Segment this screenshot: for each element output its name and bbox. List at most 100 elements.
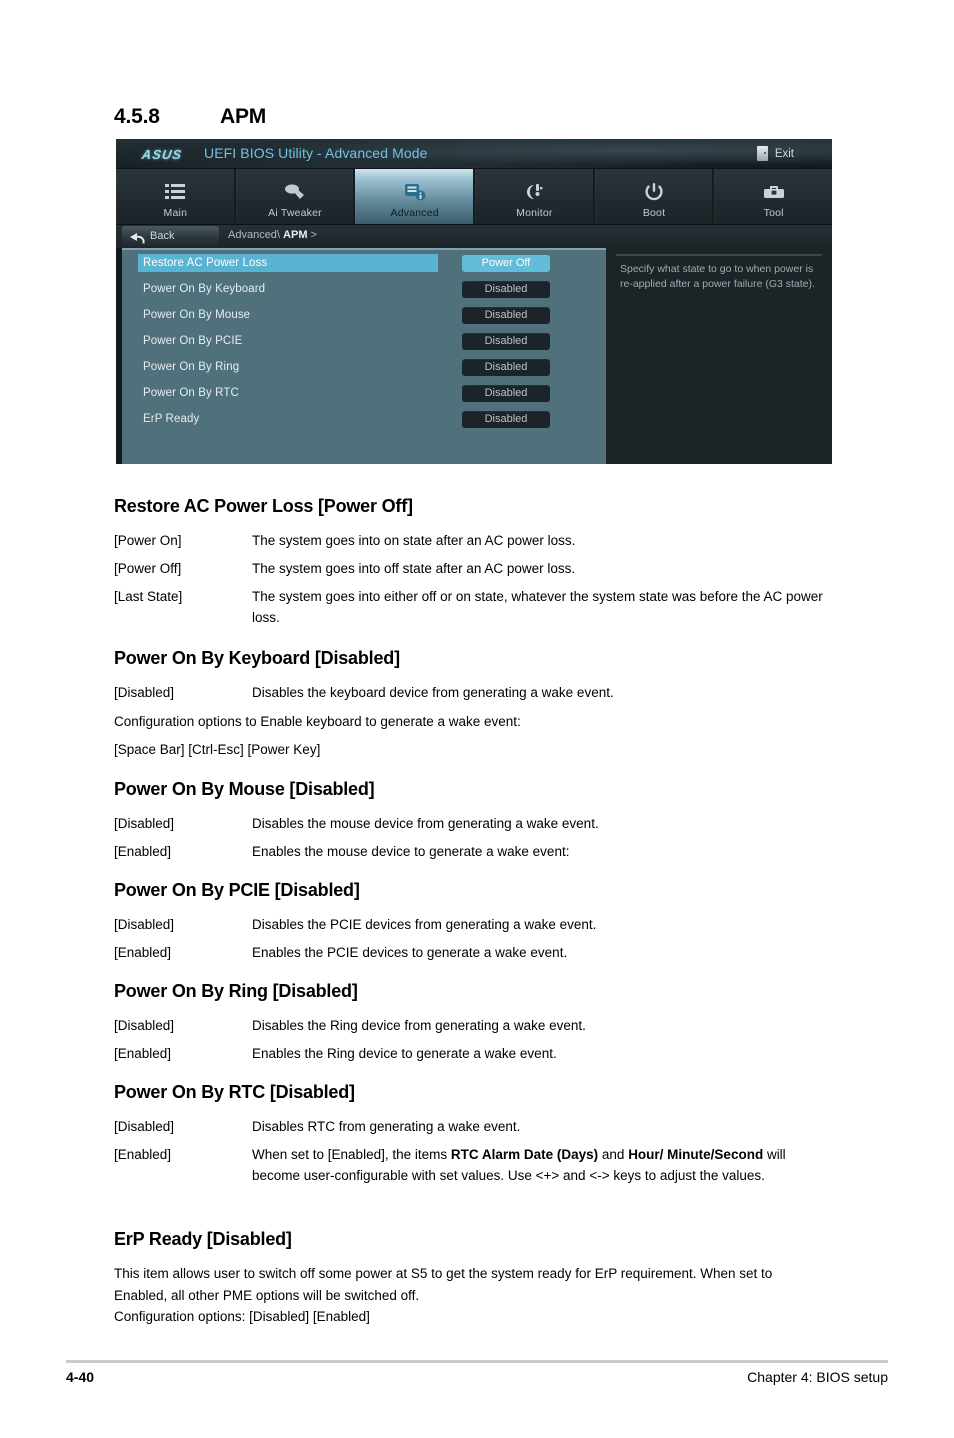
def-desc: Disables RTC from generating a wake even… (252, 1119, 521, 1134)
bios-title-bar: ASUS UEFI BIOS Utility - Advanced Mode E… (116, 139, 832, 169)
setting-value[interactable]: Disabled (462, 384, 550, 402)
heading-power-on-by-keyboard: Power On By Keyboard [Disabled] (114, 648, 400, 668)
def-row: [Enabled] Enables the PCIE devices to ge… (114, 942, 834, 963)
rtc-text-a: When set to [Enabled], the items (252, 1147, 451, 1162)
heading-power-on-by-mouse: Power On By Mouse [Disabled] (114, 779, 375, 799)
section-number: 4.5.8 (114, 105, 160, 128)
tab-monitor[interactable]: Monitor (475, 169, 595, 224)
setting-label: Restore AC Power Loss (138, 254, 438, 272)
setting-label: Power On By PCIE (143, 335, 243, 347)
def-desc: The system goes into on state after an A… (252, 533, 576, 548)
def-desc: Enables the Ring device to generate a wa… (252, 1046, 557, 1061)
exit-icon (756, 146, 768, 161)
heading-power-on-by-pcie: Power On By PCIE [Disabled] (114, 880, 360, 900)
setting-value[interactable]: Disabled (462, 306, 550, 324)
setting-row-power-on-by-keyboard[interactable]: Power On By Keyboard Disabled (122, 276, 606, 302)
rtc-text-c: and (598, 1147, 629, 1162)
breadcrumb-prefix: Advanced\ (228, 229, 284, 241)
def-term: [Disabled] (114, 1119, 175, 1134)
deflist-restore-ac-power-loss: [Power On] The system goes into on state… (114, 530, 834, 635)
heading-power-on-by-rtc: Power On By RTC [Disabled] (114, 1082, 355, 1102)
def-row: [Disabled] Disables the keyboard device … (114, 682, 834, 703)
tab-advanced[interactable]: Advanced (355, 169, 476, 224)
tab-boot[interactable]: Boot (594, 169, 715, 224)
manual-page: 4.5.8 APM ASUS UEFI BIOS Utility - Advanc… (0, 0, 954, 1438)
para-erp-description: This item allows user to switch off some… (114, 1263, 814, 1306)
heading-restore-ac-power-loss: Restore AC Power Loss [Power Off] (114, 496, 413, 516)
def-desc: Disables the keyboard device from genera… (252, 685, 614, 700)
def-term: [Enabled] (114, 945, 172, 960)
tab-tool-label: Tool (763, 207, 784, 219)
exit-button[interactable]: Exit (756, 146, 794, 161)
setting-value[interactable]: Disabled (462, 410, 550, 428)
def-desc: Enables the mouse device to generate a w… (252, 844, 570, 859)
setting-value[interactable]: Disabled (462, 358, 550, 376)
deflist-power-on-by-keyboard: [Disabled] Disables the keyboard device … (114, 682, 834, 710)
setting-value[interactable]: Disabled (462, 332, 550, 350)
def-term: [Power Off] (114, 561, 182, 576)
breadcrumb-bar: Back Advanced\ APM > (116, 225, 832, 248)
def-row: [Enabled] When set to [Enabled], the ite… (114, 1144, 834, 1186)
back-label: Back (150, 230, 175, 242)
footer-divider (66, 1360, 888, 1363)
bios-screenshot: ASUS UEFI BIOS Utility - Advanced Mode E… (116, 139, 832, 464)
para-line: This item allows user to switch off some… (114, 1266, 773, 1303)
tab-tool[interactable]: Tool (714, 169, 832, 224)
setting-row-power-on-by-mouse[interactable]: Power On By Mouse Disabled (122, 302, 606, 328)
def-desc: Disables the mouse device from generatin… (252, 816, 599, 831)
para-line: [Space Bar] [Ctrl-Esc] [Power Key] (114, 742, 321, 757)
page-title: 4.5.8 APM (114, 105, 266, 129)
setting-label: Power On By Keyboard (143, 283, 266, 295)
def-desc: Disables the Ring device from generating… (252, 1018, 586, 1033)
bios-body: Restore AC Power Loss Power Off Power On… (116, 248, 832, 464)
def-row: [Enabled] Enables the mouse device to ge… (114, 841, 834, 862)
setting-row-restore-ac-power-loss[interactable]: Restore AC Power Loss Power Off (122, 250, 606, 276)
list-icon (165, 180, 186, 204)
deflist-power-on-by-mouse: [Disabled] Disables the mouse device fro… (114, 813, 834, 869)
heading-power-on-by-ring: Power On By Ring [Disabled] (114, 981, 358, 1001)
setting-value[interactable]: Disabled (462, 280, 550, 298)
deflist-power-on-by-pcie: [Disabled] Disables the PCIE devices fro… (114, 914, 834, 970)
deflist-power-on-by-rtc: [Disabled] Disables RTC from generating … (114, 1116, 834, 1193)
toolbox-icon (763, 180, 785, 204)
para-line: Configuration options to Enable keyboard… (114, 714, 521, 729)
setting-label: Power On By Mouse (143, 309, 251, 321)
tab-boot-label: Boot (642, 207, 666, 219)
para-keyboard-option-values: [Space Bar] [Ctrl-Esc] [Power Key] (114, 739, 814, 761)
footer-page-number: 4-40 (66, 1369, 95, 1385)
tab-ai-tweaker[interactable]: Ai Tweaker (235, 169, 356, 224)
def-term: [Enabled] (114, 1046, 172, 1061)
setting-row-erp-ready[interactable]: ErP Ready Disabled (122, 406, 606, 432)
chip-icon (404, 180, 426, 204)
def-desc-rich: When set to [Enabled], the items RTC Ala… (252, 1144, 834, 1186)
setting-value[interactable]: Power Off (462, 254, 550, 272)
tab-advanced-label: Advanced (390, 207, 439, 219)
bios-help-panel: Specify what state to go to when power i… (606, 248, 832, 464)
def-desc: Enables the PCIE devices to generate a w… (252, 945, 568, 960)
rtc-bold-hour-minute-second: Hour/ Minute/Second (628, 1147, 764, 1162)
back-button[interactable]: Back (122, 226, 219, 246)
heading-erp-ready: ErP Ready [Disabled] (114, 1229, 292, 1249)
para-line: Configuration options: [Disabled] [Enabl… (114, 1309, 370, 1324)
def-term: [Last State] (114, 589, 183, 604)
tab-main-label: Main (163, 207, 188, 219)
asus-logo: ASUS (128, 147, 196, 162)
setting-row-power-on-by-ring[interactable]: Power On By Ring Disabled (122, 354, 606, 380)
def-desc: The system goes into off state after an … (252, 561, 576, 576)
setting-label: Power On By Ring (143, 361, 240, 373)
def-row: [Disabled] Disables RTC from generating … (114, 1116, 834, 1137)
def-term: [Disabled] (114, 1018, 175, 1033)
tab-main[interactable]: Main (116, 169, 236, 224)
breadcrumb-suffix: > (307, 229, 317, 241)
def-term: [Disabled] (114, 816, 175, 831)
bios-title-text: UEFI BIOS Utility - Advanced Mode (204, 145, 428, 161)
def-desc: Disables the PCIE devices from generatin… (252, 917, 597, 932)
def-row: [Power Off] The system goes into off sta… (114, 558, 834, 579)
footer-chapter: Chapter 4: BIOS setup (747, 1369, 888, 1385)
setting-row-power-on-by-pcie[interactable]: Power On By PCIE Disabled (122, 328, 606, 354)
setting-label: ErP Ready (143, 413, 200, 425)
para-keyboard-config-options: Configuration options to Enable keyboard… (114, 711, 814, 733)
back-arrow-icon (130, 231, 143, 242)
setting-row-power-on-by-rtc[interactable]: Power On By RTC Disabled (122, 380, 606, 406)
fan-icon (523, 180, 545, 204)
